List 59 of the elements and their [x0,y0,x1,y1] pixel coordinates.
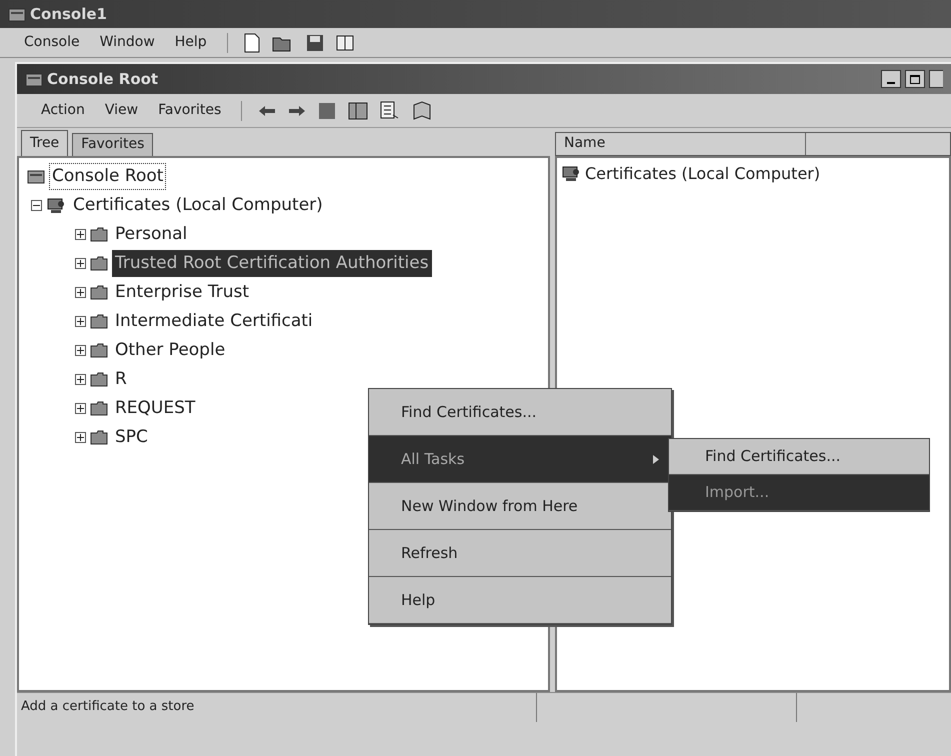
tree-item[interactable]: Trusted Root Certification Authorities [112,250,432,278]
expand-icon[interactable] [75,403,86,414]
expand-icon[interactable] [75,258,86,269]
list-item[interactable]: Certificates (Local Computer) [585,162,820,186]
tree-item[interactable]: REQUEST [112,394,198,422]
menu-item[interactable]: Help [174,32,207,53]
menu-item[interactable]: Console [24,32,80,53]
help-book-icon[interactable] [412,100,432,120]
tab[interactable]: Favorites [72,133,154,156]
menu-item[interactable]: Help [369,577,671,624]
console-icon [27,169,45,184]
menu-item[interactable]: All Tasks [369,436,671,483]
tree-item[interactable]: Other People [112,336,228,364]
menu-item[interactable]: View [104,100,138,121]
tree-item[interactable]: SPC [112,424,151,452]
export-list-icon[interactable] [380,100,400,120]
tree-item[interactable]: Intermediate Certificati [112,308,316,336]
folder-icon [90,401,108,416]
forward-arrow-icon[interactable] [288,104,306,116]
computer-icon [46,196,66,214]
expand-icon[interactable] [75,432,86,443]
minimize-button[interactable] [881,70,901,88]
tree-item[interactable]: Console Root [49,162,166,190]
tree-item[interactable]: R [112,366,130,394]
show-tree-icon[interactable] [348,102,368,120]
expand-icon[interactable] [75,374,86,385]
computer-icon [561,165,581,183]
tree-item[interactable]: Personal [112,220,190,248]
expand-icon[interactable] [75,287,86,298]
submenu-arrow-icon [653,454,659,464]
folder-icon [90,285,108,300]
tree-item[interactable]: Enterprise Trust [112,278,252,306]
save-icon[interactable] [306,34,324,52]
back-arrow-icon[interactable] [258,104,276,116]
window-title: Console1 [30,4,107,25]
console-icon [25,72,43,86]
folder-icon [90,314,108,329]
expand-icon[interactable] [75,316,86,327]
child-window-title: Console Root [47,68,160,90]
folder-icon [90,343,108,358]
expand-icon[interactable] [75,345,86,356]
tree-item[interactable]: Certificates (Local Computer) [70,192,326,220]
folder-icon [90,256,108,271]
maximize-button[interactable] [905,70,925,88]
tab[interactable]: Tree [21,130,68,156]
folder-icon [90,372,108,387]
expand-icon[interactable] [75,229,86,240]
menu-item[interactable]: Window [100,32,155,53]
new-document-icon[interactable] [244,32,260,52]
menu-item[interactable]: Favorites [158,100,222,121]
console-icon [8,6,26,22]
window-icon[interactable] [336,34,354,52]
menu-item[interactable]: Refresh [369,530,671,577]
folder-icon [90,430,108,445]
collapse-icon[interactable] [31,200,42,211]
status-text: Add a certificate to a store [17,693,537,722]
menu-item[interactable]: Import... [669,475,929,511]
folder-icon [90,227,108,242]
menu-item[interactable]: Action [41,100,85,121]
